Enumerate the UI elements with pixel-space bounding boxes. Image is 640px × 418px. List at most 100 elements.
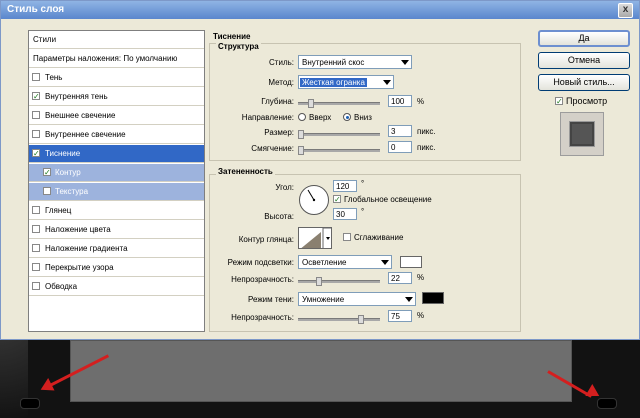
shadow-mode-select[interactable]: Умножение bbox=[298, 292, 416, 306]
sidebar-item[interactable]: Тень bbox=[29, 69, 204, 87]
sidebar-item-label: Глянец bbox=[45, 206, 72, 215]
size-slider[interactable] bbox=[298, 130, 380, 139]
sidebar-item-label: Наложение цвета bbox=[45, 225, 111, 234]
sidebar-item[interactable]: Внутреннее свечение bbox=[29, 126, 204, 144]
depth-input[interactable]: 100 bbox=[388, 95, 412, 107]
preview-checkbox[interactable]: ✓ bbox=[555, 97, 563, 106]
shadow-mode-label: Режим тени: bbox=[247, 295, 294, 304]
highlight-color-swatch[interactable] bbox=[400, 256, 422, 268]
altitude-input-value: 30 bbox=[336, 210, 345, 219]
sidebar-item[interactable]: Наложение цвета bbox=[29, 221, 204, 239]
shadow-opacity-input[interactable]: 75 bbox=[388, 310, 412, 322]
angle-input-value: 120 bbox=[336, 182, 350, 191]
gloss-contour-label: Контур глянца: bbox=[238, 235, 294, 244]
structure-title: Структура bbox=[216, 42, 261, 51]
global-light-label: Глобальное освещение bbox=[344, 195, 432, 204]
sidebar-header-label: Стили bbox=[33, 35, 57, 44]
altitude-unit: ° bbox=[361, 207, 365, 216]
sidebar-item-label: Наложение градиента bbox=[45, 244, 128, 253]
title-bar: Стиль слоя x bbox=[1, 1, 639, 19]
sidebar-item[interactable]: Глянец bbox=[29, 202, 204, 220]
style-label: Стиль: bbox=[269, 58, 294, 67]
sidebar-item-checkbox[interactable] bbox=[32, 263, 40, 271]
sidebar-item-label: Внутреннее свечение bbox=[45, 130, 126, 139]
sidebar-item[interactable]: ✓ Тиснение bbox=[29, 145, 204, 163]
shadow-opacity-slider[interactable] bbox=[298, 315, 380, 324]
antialias-checkbox[interactable] bbox=[343, 233, 351, 241]
sidebar-item-label: Внутренняя тень bbox=[45, 92, 108, 101]
angle-unit: ° bbox=[361, 179, 365, 188]
style-select[interactable]: Внутренний скос bbox=[298, 55, 412, 69]
method-label: Метод: bbox=[268, 78, 294, 87]
angle-input[interactable]: 120 bbox=[333, 180, 357, 192]
shadow-opacity-thumb[interactable] bbox=[358, 315, 364, 324]
sidebar-item-checkbox[interactable]: ✓ bbox=[32, 92, 40, 101]
sidebar-item-label: Перекрытие узора bbox=[45, 263, 114, 272]
chevron-down-icon bbox=[401, 60, 409, 65]
sidebar-item[interactable]: Обводка bbox=[29, 278, 204, 296]
canvas-left-hole bbox=[20, 398, 40, 409]
global-light-checkbox[interactable]: ✓ bbox=[333, 195, 341, 204]
shading-title: Затененность bbox=[216, 167, 275, 176]
sidebar-item[interactable]: Текстура bbox=[29, 183, 204, 201]
highlight-opacity-label: Непрозрачность: bbox=[231, 275, 294, 284]
highlight-opacity-slider[interactable] bbox=[298, 277, 380, 286]
sidebar-item-checkbox[interactable] bbox=[43, 187, 51, 195]
sidebar-item-checkbox[interactable]: ✓ bbox=[32, 149, 40, 158]
altitude-label: Высота: bbox=[264, 212, 294, 221]
new-style-button[interactable]: Новый стиль... bbox=[538, 74, 630, 91]
sidebar-item[interactable]: Внешнее свечение bbox=[29, 107, 204, 125]
sidebar-item[interactable]: Параметры наложения: По умолчанию bbox=[29, 50, 204, 68]
sidebar-item-checkbox[interactable] bbox=[32, 73, 40, 81]
depth-slider-thumb[interactable] bbox=[308, 99, 314, 108]
gloss-contour-picker[interactable] bbox=[298, 227, 332, 249]
sidebar-item[interactable]: Наложение градиента bbox=[29, 240, 204, 258]
canvas-tray-shape bbox=[70, 340, 572, 402]
highlight-opacity-thumb[interactable] bbox=[316, 277, 322, 286]
sidebar-item-checkbox[interactable] bbox=[32, 111, 40, 119]
size-label: Размер: bbox=[264, 128, 294, 137]
sidebar-item-label: Тиснение bbox=[45, 149, 81, 158]
preview-label: Просмотр bbox=[566, 96, 608, 106]
highlight-mode-value: Осветление bbox=[302, 258, 347, 267]
section-title: Тиснение bbox=[213, 32, 251, 41]
soften-input-value: 0 bbox=[391, 143, 396, 152]
depth-input-value: 100 bbox=[391, 97, 405, 106]
highlight-mode-label: Режим подсветки: bbox=[227, 258, 294, 267]
sidebar-item-checkbox[interactable]: ✓ bbox=[43, 168, 51, 177]
soften-slider-thumb[interactable] bbox=[298, 146, 304, 155]
highlight-mode-select[interactable]: Осветление bbox=[298, 255, 392, 269]
contour-curve-icon bbox=[301, 228, 331, 248]
ok-button[interactable]: Да bbox=[538, 30, 630, 47]
sidebar-header-styles[interactable]: Стили bbox=[29, 31, 204, 49]
altitude-input[interactable]: 30 bbox=[333, 208, 357, 220]
depth-slider[interactable] bbox=[298, 99, 380, 108]
size-input[interactable]: 3 bbox=[388, 125, 412, 137]
size-slider-thumb[interactable] bbox=[298, 130, 304, 139]
canvas-right-hole bbox=[597, 398, 617, 409]
sidebar-item-label: Обводка bbox=[45, 282, 78, 291]
cancel-button[interactable]: Отмена bbox=[538, 52, 630, 69]
shadow-color-swatch[interactable] bbox=[422, 292, 444, 304]
soften-slider[interactable] bbox=[298, 146, 380, 155]
sidebar-item-checkbox[interactable] bbox=[32, 206, 40, 214]
sidebar-item[interactable]: Перекрытие узора bbox=[29, 259, 204, 277]
sidebar-item[interactable]: ✓ Внутренняя тень bbox=[29, 88, 204, 106]
sidebar-item[interactable]: ✓ Контур bbox=[29, 164, 204, 182]
direction-down-label: Вниз bbox=[354, 113, 372, 122]
sidebar-item-checkbox[interactable] bbox=[32, 225, 40, 233]
direction-up-radio[interactable] bbox=[298, 113, 306, 121]
sidebar-item-checkbox[interactable] bbox=[32, 130, 40, 138]
sidebar-item-checkbox[interactable] bbox=[32, 282, 40, 290]
style-preview-swatch bbox=[569, 121, 595, 147]
highlight-opacity-value: 22 bbox=[391, 274, 400, 283]
method-select[interactable]: Жесткая огранка bbox=[298, 75, 394, 89]
highlight-opacity-input[interactable]: 22 bbox=[388, 272, 412, 284]
soften-input[interactable]: 0 bbox=[388, 141, 412, 153]
direction-down-radio[interactable] bbox=[343, 113, 351, 121]
shadow-opacity-value: 75 bbox=[391, 312, 400, 321]
angle-dial[interactable] bbox=[299, 185, 329, 215]
shadow-opacity-label: Непрозрачность: bbox=[231, 313, 294, 322]
close-icon[interactable]: x bbox=[618, 3, 633, 18]
sidebar-item-checkbox[interactable] bbox=[32, 244, 40, 252]
